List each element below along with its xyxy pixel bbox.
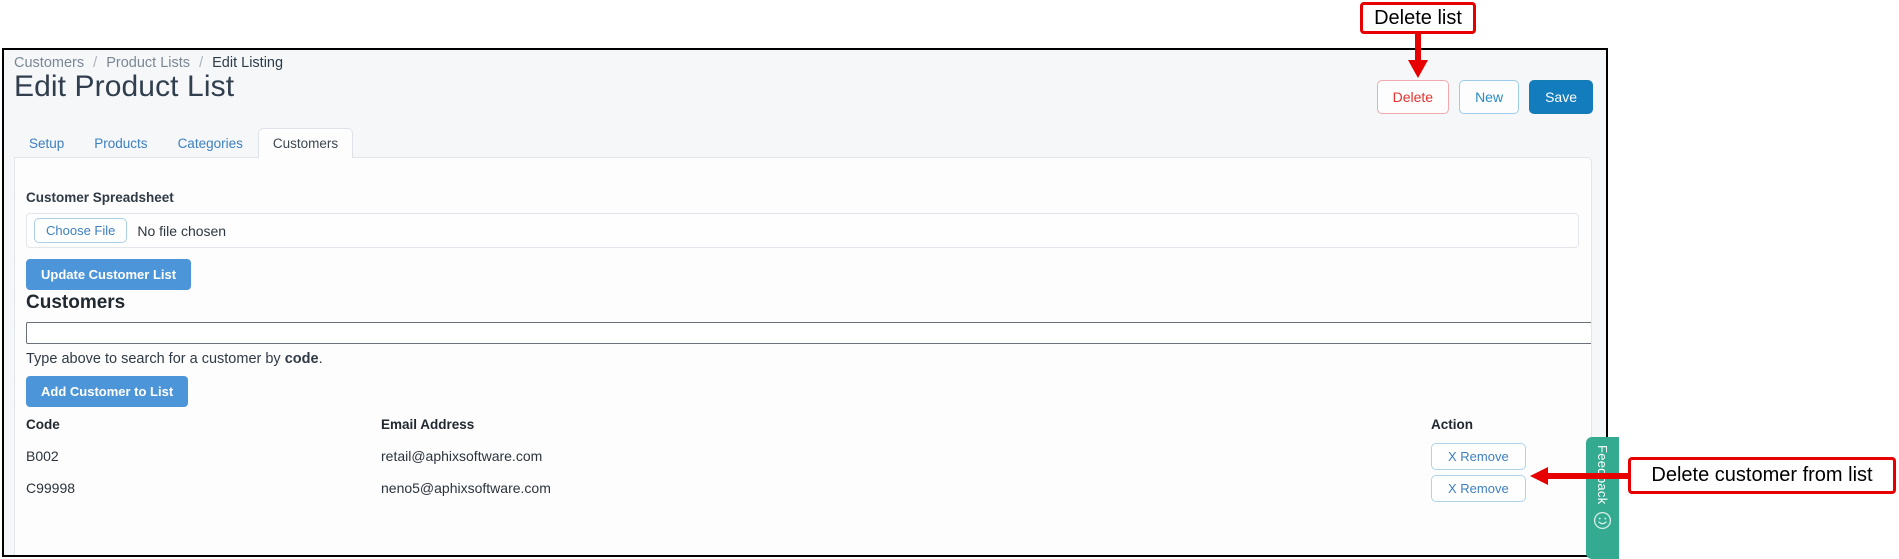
save-button[interactable]: Save xyxy=(1529,80,1593,115)
customers-tab-panel: Customer Spreadsheet Choose File No file… xyxy=(14,157,1592,555)
table-header-row: Code Email Address Action xyxy=(26,408,1579,440)
header-actions: Delete New Save xyxy=(1376,80,1593,115)
breadcrumb-separator: / xyxy=(93,55,98,71)
customer-spreadsheet-label: Customer Spreadsheet xyxy=(26,190,174,205)
cell-code: C99998 xyxy=(26,480,76,496)
app-window-frame: Customers / Product Lists / Edit Listing… xyxy=(2,48,1608,557)
breadcrumb-item-customers[interactable]: Customers xyxy=(14,55,84,71)
chosen-file-name: No file chosen xyxy=(137,222,227,239)
smiley-face-icon xyxy=(1593,511,1612,529)
cell-code: B002 xyxy=(26,448,59,464)
search-hint-prefix: Type above to search for a customer by xyxy=(26,351,285,367)
annotation-callout-delete-customer: Delete customer from list xyxy=(1628,457,1896,494)
annotation-arrow-delete-customer xyxy=(1530,467,1633,485)
tab-products[interactable]: Products xyxy=(79,128,162,158)
table-row: C99998 neno5@aphixsoftware.com X Remove xyxy=(26,472,1579,504)
column-header-action: Action xyxy=(1431,416,1473,432)
table-row: B002 retail@aphixsoftware.com X Remove xyxy=(26,440,1579,472)
tab-setup[interactable]: Setup xyxy=(14,128,79,158)
breadcrumb: Customers / Product Lists / Edit Listing xyxy=(14,55,283,71)
customer-search-input[interactable] xyxy=(26,322,1591,344)
tab-bar: Setup Products Categories Customers xyxy=(14,128,354,158)
cell-email: retail@aphixsoftware.com xyxy=(381,448,543,464)
page-title: Edit Product List xyxy=(14,70,235,103)
remove-button[interactable]: X Remove xyxy=(1431,474,1526,502)
annotation-text: Delete list xyxy=(1374,6,1462,29)
screenshot-root: Customers / Product Lists / Edit Listing… xyxy=(0,0,1899,559)
breadcrumb-item-product-lists[interactable]: Product Lists xyxy=(106,55,190,71)
delete-button[interactable]: Delete xyxy=(1376,80,1450,115)
feedback-tab[interactable]: Feedback xyxy=(1586,437,1619,559)
search-hint-text: Type above to search for a customer by c… xyxy=(26,351,323,367)
tab-customers[interactable]: Customers xyxy=(257,128,354,158)
customer-spreadsheet-file-input[interactable]: Choose File No file chosen xyxy=(26,213,1579,248)
annotation-text: Delete customer from list xyxy=(1651,464,1873,486)
tab-categories[interactable]: Categories xyxy=(163,128,258,158)
new-button[interactable]: New xyxy=(1459,80,1520,115)
cell-email: neno5@aphixsoftware.com xyxy=(381,480,551,496)
column-header-email: Email Address xyxy=(381,416,475,432)
breadcrumb-item-edit-listing: Edit Listing xyxy=(212,55,284,71)
update-customer-list-button[interactable]: Update Customer List xyxy=(26,259,192,290)
breadcrumb-separator: / xyxy=(199,55,204,71)
annotation-arrow-delete-list xyxy=(1408,30,1428,78)
column-header-code: Code xyxy=(26,416,60,432)
add-customer-to-list-button[interactable]: Add Customer to List xyxy=(26,376,189,407)
choose-file-button[interactable]: Choose File xyxy=(34,218,128,243)
remove-button[interactable]: X Remove xyxy=(1431,442,1526,470)
customers-table: Code Email Address Action B002 retail@ap… xyxy=(26,408,1579,504)
annotation-callout-delete-list: Delete list xyxy=(1360,2,1476,34)
search-hint-suffix: . xyxy=(318,351,323,367)
search-hint-bold: code xyxy=(284,351,319,367)
customers-section-heading: Customers xyxy=(26,292,126,313)
